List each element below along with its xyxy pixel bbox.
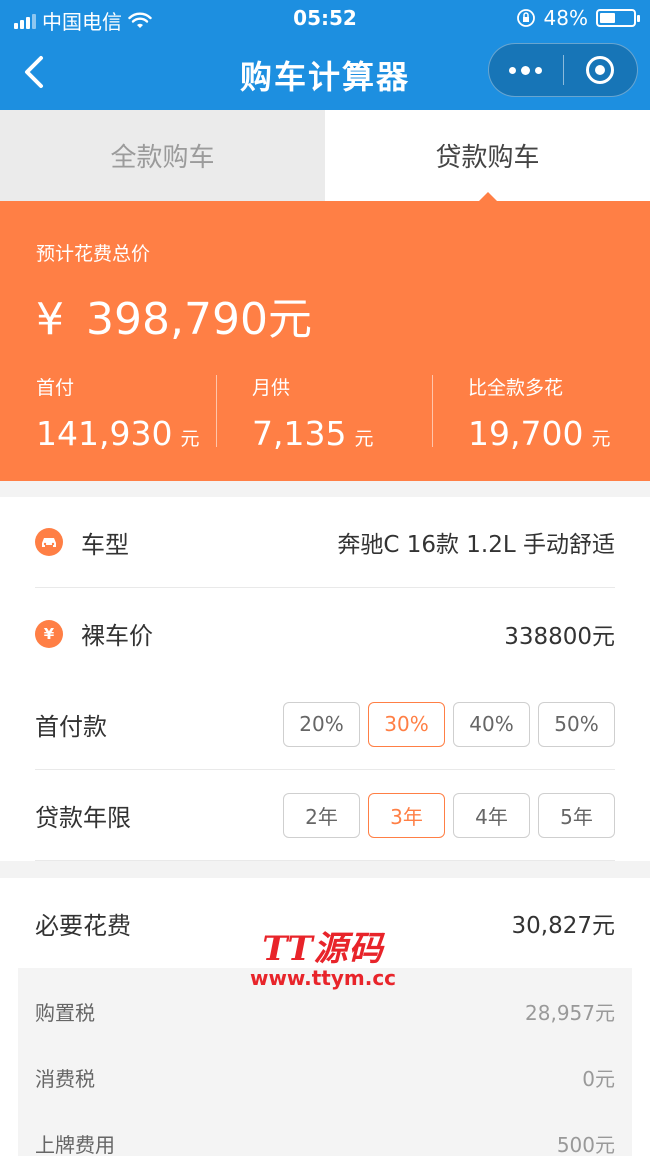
battery-percent: 48% [543,6,588,30]
total-amount: ¥398,790元 [36,283,312,347]
bare-price-row[interactable]: ¥ 裸车价 338800元 [35,588,615,679]
watermark-url: www.ttym.cc [249,966,397,990]
battery-icon [596,9,640,27]
extra-cost-summary: 比全款多花 19,700 元 [432,373,648,453]
fee-list: 购置税 28,957元 消费税 0元 上牌费用 500元 [18,968,632,1156]
extra-value: 19,700 [468,414,584,453]
status-right: 48% [516,6,640,30]
monthly-label: 月供 [252,377,291,399]
list-item: 消费税 0元 [35,1044,615,1110]
required-fees: 必要花费 30,827元 购置税 28,957元 消费税 0元 上牌费用 500… [0,878,650,1156]
miniprogram-capsule [488,43,638,97]
fee-value: 0元 [582,1066,615,1091]
watermark-logo-text: TT源码 [262,929,384,969]
list-item: 上牌费用 500元 [35,1110,615,1156]
down-payment-ratio-label: 首付款 [35,712,107,741]
down-payment-label: 首付 [36,377,75,399]
fee-label: 消费税 [35,1066,95,1091]
fee-label: 上牌费用 [35,1132,115,1156]
term-option-5[interactable]: 5年 [538,792,615,838]
down-option-50[interactable]: 50% [538,701,615,747]
more-button[interactable] [489,44,563,96]
down-payment-row: 首付款 20% 30% 40% 50% [35,679,615,770]
loan-form: 车型 奔驰C 16款 1.2L 手动舒适 ¥ 裸车价 338800元 首付款 2… [0,497,650,861]
bare-price-label: 裸车价 [81,622,153,650]
currency-symbol: ¥ [36,294,64,345]
extra-unit: 元 [591,428,611,450]
close-miniprogram-button[interactable] [564,44,638,96]
term-option-3[interactable]: 3年 [368,792,445,838]
fee-label: 购置税 [35,1000,95,1025]
required-fees-label: 必要花费 [35,911,131,940]
bare-price-value: 338800元 [504,623,615,650]
monthly-value: 7,135 [252,414,347,453]
cost-summary: 预计花费总价 ¥398,790元 首付 141,930 元 月供 7,135 元 比… [0,201,650,481]
tab-loan[interactable]: 贷款购车 [325,110,650,202]
down-option-20[interactable]: 20% [283,701,360,747]
total-value: 398,790元 [86,294,312,345]
orientation-lock-icon [516,9,535,27]
target-icon [586,56,615,84]
term-option-4[interactable]: 4年 [453,792,530,838]
fee-value: 500元 [556,1132,615,1156]
loan-term-row: 贷款年限 2年 3年 4年 5年 [35,770,615,861]
down-payment-value: 141,930 [36,414,173,453]
watermark: TT源码 www.ttym.cc [248,932,398,990]
status-bar: 中国电信 05:52 48% [0,0,650,36]
monthly-payment-summary: 月供 7,135 元 [216,373,432,453]
down-payment-options: 20% 30% 40% 50% [283,701,615,747]
monthly-unit: 元 [354,428,374,450]
down-option-40[interactable]: 40% [453,701,530,747]
purchase-type-tabs: 全款购车 贷款购车 [0,110,650,202]
more-icon [509,65,543,75]
loan-term-label: 贷款年限 [35,803,131,832]
down-payment-summary: 首付 141,930 元 [0,373,216,453]
term-option-2[interactable]: 2年 [283,792,360,838]
tab-full-payment[interactable]: 全款购车 [0,110,325,201]
fee-value: 28,957元 [525,1000,615,1025]
extra-label: 比全款多花 [468,377,564,399]
summary-columns: 首付 141,930 元 月供 7,135 元 比全款多花 19,700 元 [0,373,650,453]
car-model-value: 奔驰C 16款 1.2L 手动舒适 [337,532,615,558]
nav-bar: 购车计算器 [0,36,650,110]
required-fees-value: 30,827元 [511,913,615,939]
down-payment-unit: 元 [180,428,200,450]
down-option-30[interactable]: 30% [368,701,445,747]
car-model-row[interactable]: 车型 奔驰C 16款 1.2L 手动舒适 [35,497,615,588]
total-label: 预计花费总价 [36,243,151,265]
loan-term-options: 2年 3年 4年 5年 [283,792,615,838]
yen-icon: ¥ [35,619,63,648]
car-icon [35,528,63,556]
car-model-label: 车型 [81,530,129,559]
